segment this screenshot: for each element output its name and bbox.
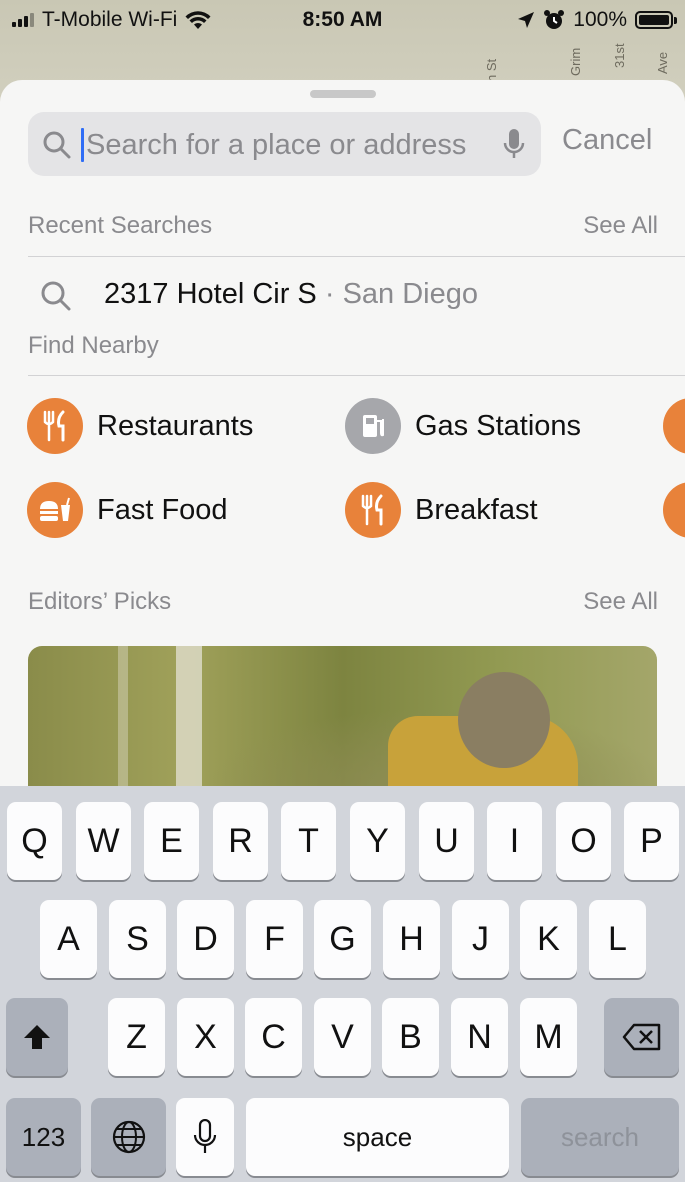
recent-search-text: 2317 Hotel Cir S · San Diego bbox=[104, 278, 478, 311]
fork-knife-icon bbox=[27, 398, 83, 454]
search-key[interactable]: search bbox=[521, 1098, 679, 1176]
key-r[interactable]: R bbox=[213, 802, 268, 880]
key-b[interactable]: B bbox=[382, 998, 439, 1076]
key-n[interactable]: N bbox=[451, 998, 508, 1076]
status-bar: T-Mobile Wi-Fi 8:50 AM 100% bbox=[0, 0, 685, 38]
microphone-icon bbox=[193, 1119, 217, 1153]
key-z[interactable]: Z bbox=[108, 998, 165, 1076]
map-street-label: Grim bbox=[568, 47, 583, 76]
editors-see-all-button[interactable]: See All bbox=[583, 588, 658, 616]
key-l[interactable]: L bbox=[589, 900, 646, 978]
key-a[interactable]: A bbox=[40, 900, 97, 978]
key-x[interactable]: X bbox=[177, 998, 234, 1076]
key-t[interactable]: T bbox=[281, 802, 336, 880]
category-label: Fast Food bbox=[97, 493, 228, 526]
key-q[interactable]: Q bbox=[7, 802, 62, 880]
search-bar[interactable] bbox=[28, 112, 541, 176]
shift-arrow-icon bbox=[24, 1025, 50, 1049]
backspace-icon bbox=[622, 1023, 660, 1051]
key-m[interactable]: M bbox=[520, 998, 577, 1076]
find-nearby-header: Find Nearby bbox=[28, 332, 658, 360]
recent-searches-header: Recent Searches See All bbox=[28, 212, 658, 240]
search-sheet: Cancel Recent Searches See All 2317 Hote… bbox=[0, 80, 685, 800]
location-arrow-icon bbox=[518, 12, 535, 28]
dictation-mic-icon[interactable] bbox=[503, 128, 525, 162]
cancel-button[interactable]: Cancel bbox=[562, 124, 652, 157]
space-key[interactable]: space bbox=[246, 1098, 509, 1176]
dictation-key[interactable] bbox=[176, 1098, 234, 1176]
tree-trunk bbox=[118, 646, 128, 800]
key-e[interactable]: E bbox=[144, 802, 199, 880]
category-partial-next[interactable] bbox=[663, 398, 685, 454]
alarm-clock-icon bbox=[544, 10, 565, 29]
gas-pump-icon bbox=[345, 398, 401, 454]
category-label: Restaurants bbox=[97, 409, 254, 442]
keyboard: 123 space search QWERTYUIOP ASDFGHJKL ZXCV… bbox=[0, 786, 685, 1182]
sheet-grabber-handle[interactable] bbox=[310, 90, 376, 98]
battery-icon bbox=[635, 11, 677, 29]
key-j[interactable]: J bbox=[452, 900, 509, 978]
category-partial-next[interactable] bbox=[663, 482, 685, 538]
key-o[interactable]: O bbox=[556, 802, 611, 880]
search-input[interactable] bbox=[84, 122, 488, 168]
key-c[interactable]: C bbox=[245, 998, 302, 1076]
category-label: Breakfast bbox=[415, 493, 538, 526]
key-h[interactable]: H bbox=[383, 900, 440, 978]
key-w[interactable]: W bbox=[76, 802, 131, 880]
editors-picks-title: Editors’ Picks bbox=[28, 588, 172, 615]
globe-key[interactable] bbox=[91, 1098, 166, 1176]
shift-key[interactable] bbox=[6, 998, 68, 1076]
map-street-label: Ave bbox=[655, 51, 670, 74]
divider bbox=[28, 375, 685, 376]
category-restaurants[interactable]: Restaurants bbox=[27, 398, 253, 454]
recent-searches-title: Recent Searches bbox=[28, 212, 213, 239]
editors-picks-header: Editors’ Picks See All bbox=[28, 588, 658, 616]
fork-knife-icon bbox=[345, 482, 401, 538]
burger-drink-icon bbox=[27, 482, 83, 538]
map-street-label: 31st bbox=[612, 43, 627, 68]
status-right: 100% bbox=[517, 8, 677, 32]
key-d[interactable]: D bbox=[177, 900, 234, 978]
category-fast-food[interactable]: Fast Food bbox=[27, 482, 228, 538]
recent-search-item[interactable]: 2317 Hotel Cir S · San Diego bbox=[28, 276, 658, 316]
numbers-key[interactable]: 123 bbox=[6, 1098, 81, 1176]
divider bbox=[28, 256, 685, 257]
key-p[interactable]: P bbox=[624, 802, 679, 880]
key-i[interactable]: I bbox=[487, 802, 542, 880]
battery-percent: 100% bbox=[573, 8, 627, 31]
globe-icon bbox=[112, 1120, 145, 1154]
recent-city: San Diego bbox=[342, 278, 479, 310]
key-u[interactable]: U bbox=[419, 802, 474, 880]
editors-pick-card-image[interactable] bbox=[28, 646, 657, 800]
recent-see-all-button[interactable]: See All bbox=[583, 212, 658, 240]
key-s[interactable]: S bbox=[109, 900, 166, 978]
map-street-label: h St bbox=[484, 58, 499, 82]
tree-trunk bbox=[176, 646, 202, 800]
search-icon bbox=[41, 281, 71, 311]
hiker-head bbox=[458, 672, 550, 768]
category-label: Gas Stations bbox=[415, 409, 582, 442]
coffee-cup-icon bbox=[663, 398, 685, 454]
category-gas-stations[interactable]: Gas Stations bbox=[345, 398, 581, 454]
recent-separator: · bbox=[324, 278, 335, 310]
key-f[interactable]: F bbox=[246, 900, 303, 978]
key-y[interactable]: Y bbox=[350, 802, 405, 880]
key-k[interactable]: K bbox=[520, 900, 577, 978]
category-icon bbox=[663, 482, 685, 538]
key-g[interactable]: G bbox=[314, 900, 371, 978]
category-breakfast[interactable]: Breakfast bbox=[345, 482, 538, 538]
recent-place-name: 2317 Hotel Cir S bbox=[104, 278, 317, 310]
search-icon bbox=[43, 131, 71, 159]
key-v[interactable]: V bbox=[314, 998, 371, 1076]
delete-key[interactable] bbox=[604, 998, 679, 1076]
find-nearby-title: Find Nearby bbox=[28, 332, 159, 359]
